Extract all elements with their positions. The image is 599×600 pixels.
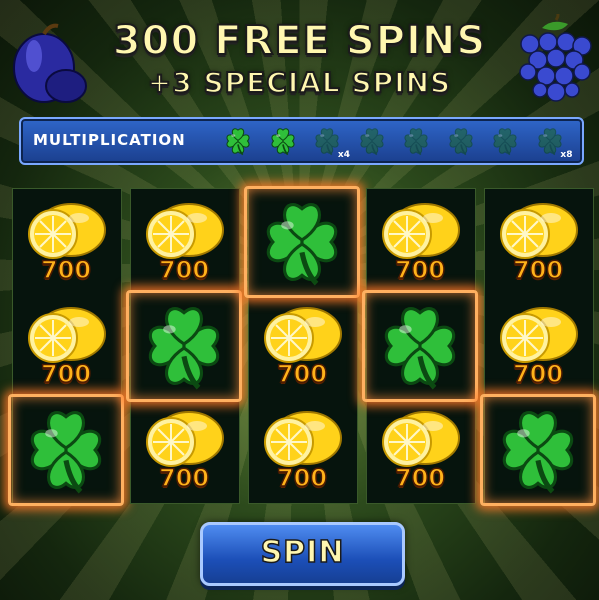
cell-value: 700 bbox=[512, 255, 564, 285]
cell-value: 700 bbox=[40, 255, 92, 285]
multiplication-slot bbox=[444, 124, 480, 158]
cell-value: 700 bbox=[158, 255, 210, 285]
cell-value: 700 bbox=[40, 359, 92, 389]
cell-value: 700 bbox=[394, 463, 446, 493]
clover-icon bbox=[444, 128, 478, 162]
multiplication-slot bbox=[266, 124, 302, 158]
reel-cell-lemon: 700 bbox=[367, 398, 473, 502]
reel-cell-lemon: 700 bbox=[131, 398, 237, 502]
spin-button-label: SPIN bbox=[260, 534, 345, 571]
clover-icon bbox=[266, 128, 300, 162]
multiplier-tag: x4 bbox=[337, 150, 350, 160]
multiplication-slot bbox=[399, 124, 435, 158]
multiplier-tag: x8 bbox=[560, 150, 573, 160]
multiplication-bar: MULTIPLICATION x4 x8 bbox=[19, 117, 584, 165]
banner-title: 300 FREE SPINS bbox=[112, 17, 487, 65]
multiplication-slot bbox=[221, 124, 257, 158]
clover-icon bbox=[221, 128, 255, 162]
cell-value: 700 bbox=[158, 463, 210, 493]
reel-cell-clover bbox=[131, 294, 237, 398]
reel-cell-lemon: 700 bbox=[249, 398, 355, 502]
multiplication-slot: x8 bbox=[533, 124, 573, 160]
reel-cell-lemon: 700 bbox=[13, 190, 119, 294]
reel-cell-clover bbox=[13, 398, 119, 502]
cell-value: 700 bbox=[276, 359, 328, 389]
spin-button[interactable]: SPIN bbox=[200, 522, 405, 586]
cell-value: 700 bbox=[512, 359, 564, 389]
multiplication-slot bbox=[488, 124, 524, 158]
reel-cell-clover bbox=[367, 294, 473, 398]
multiplication-label: MULTIPLICATION bbox=[33, 131, 186, 149]
reel-cell-lemon: 700 bbox=[367, 190, 473, 294]
reel-cell-lemon: 700 bbox=[13, 294, 119, 398]
reel-cell-lemon: 700 bbox=[249, 294, 355, 398]
reel-cell-lemon: 700 bbox=[485, 190, 591, 294]
cell-value: 700 bbox=[276, 463, 328, 493]
reel-cell-clover bbox=[485, 398, 591, 502]
reel-cell-clover bbox=[249, 190, 355, 294]
clover-icon bbox=[355, 128, 389, 162]
multiplication-slot: x4 bbox=[310, 124, 350, 160]
clover-icon bbox=[488, 128, 522, 162]
cell-value: 700 bbox=[394, 255, 446, 285]
multiplication-slot bbox=[355, 124, 391, 158]
reel-cell-lemon: 700 bbox=[131, 190, 237, 294]
reel-cell-lemon: 700 bbox=[485, 294, 591, 398]
clover-icon bbox=[399, 128, 433, 162]
banner-subtitle: +3 SPECIAL SPINS bbox=[147, 65, 452, 100]
